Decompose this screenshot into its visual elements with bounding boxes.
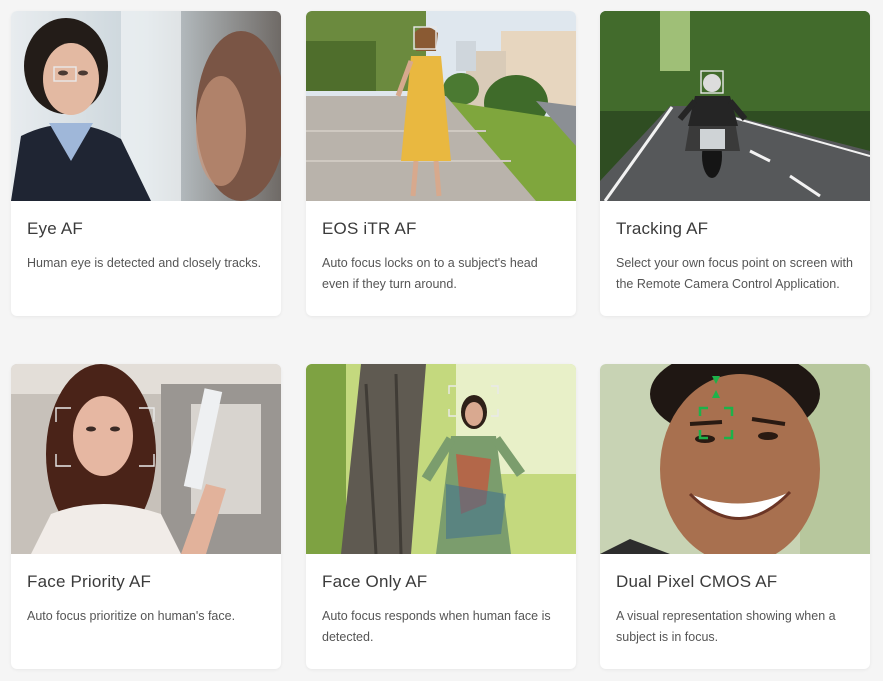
card-description: Auto focus prioritize on human's face. (27, 609, 236, 623)
face-priority-af-photo (11, 364, 281, 554)
card-title: Dual Pixel CMOS AF (616, 572, 778, 591)
card-title: EOS iTR AF (322, 219, 417, 238)
dual-pixel-cmos-af-photo (600, 364, 870, 554)
card-eos-itr-af[interactable]: EOS iTR AF Auto focus locks on to a subj… (306, 11, 576, 316)
card-title: Eye AF (27, 219, 84, 238)
card-description: Human eye is detected and closely tracks… (27, 256, 262, 270)
eos-itr-af-photo (306, 11, 576, 201)
face-only-af-photo (306, 364, 576, 554)
eye-af-photo (11, 11, 281, 201)
card-description: A visual representation showing when a s… (616, 609, 836, 644)
card-face-only-af[interactable]: Face Only AF Auto focus responds when hu… (306, 364, 576, 669)
card-description: Select your own focus point on screen wi… (616, 256, 853, 291)
card-title: Tracking AF (616, 219, 709, 238)
card-face-priority-af[interactable]: Face Priority AF Auto focus prioritize o… (11, 364, 281, 669)
card-dual-pixel-cmos-af[interactable]: Dual Pixel CMOS AF A visual representati… (600, 364, 870, 669)
card-title: Face Only AF (322, 572, 428, 591)
tracking-af-photo (600, 11, 870, 201)
card-eye-af[interactable]: Eye AF Human eye is detected and closely… (11, 11, 281, 316)
card-description: Auto focus locks on to a subject's head … (322, 256, 538, 291)
card-title: Face Priority AF (27, 572, 152, 591)
card-tracking-af[interactable]: Tracking AF Select your own focus point … (600, 11, 870, 316)
card-description: Auto focus responds when human face is d… (322, 609, 551, 644)
